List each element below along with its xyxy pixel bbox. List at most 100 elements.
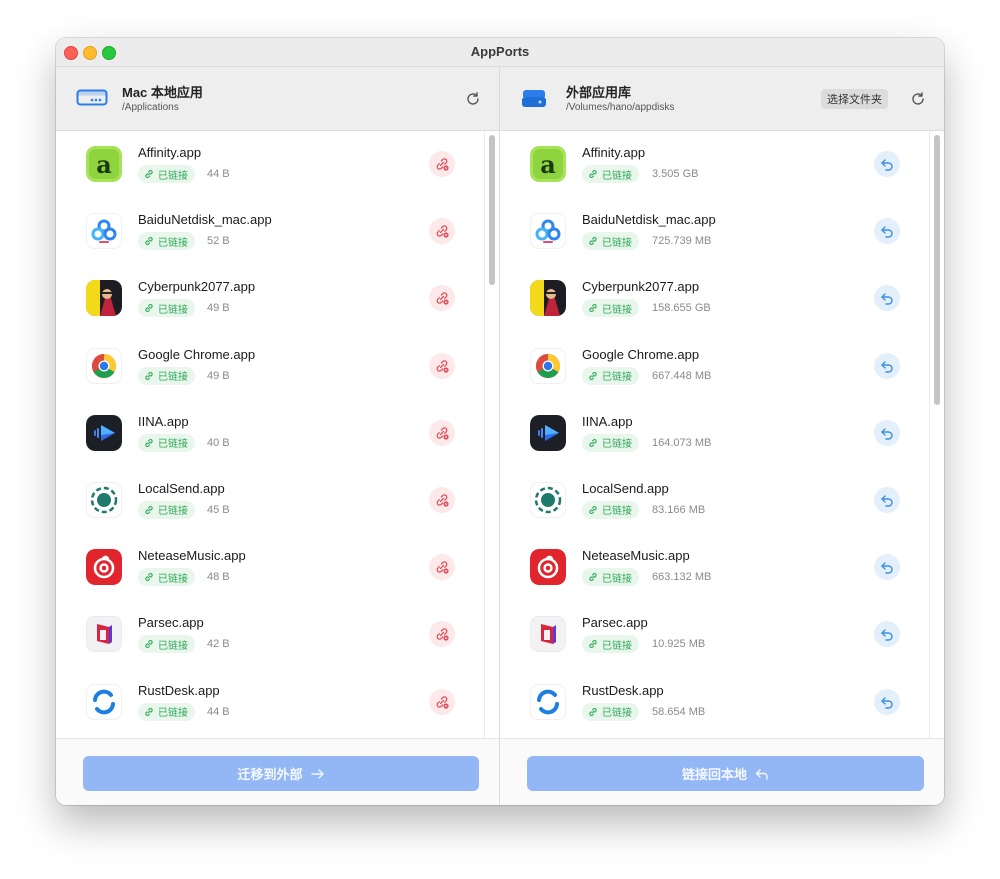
list-item[interactable]: BaiduNetdisk_mac.app 已链接 725.739 MB (500, 198, 930, 265)
migrate-to-external-button[interactable]: 迁移到外部 (83, 756, 479, 791)
linked-badge: 已链接 (138, 165, 195, 183)
app-size: 49 B (207, 302, 230, 315)
link-back-button[interactable] (874, 151, 900, 177)
list-item[interactable]: Google Chrome.app 已链接 49 B (56, 333, 485, 400)
unlink-button[interactable] (429, 285, 455, 312)
link-icon (589, 237, 597, 246)
linked-badge: 已链接 (582, 702, 639, 721)
list-item[interactable]: Cyberpunk2077.app 已链接 158.655 GB (500, 265, 930, 332)
rustdesk-icon (530, 683, 566, 720)
link-back-button[interactable] (874, 352, 900, 379)
cyberpunk-icon (530, 280, 566, 317)
app-size: 49 B (207, 369, 230, 382)
list-item[interactable]: IINA.app 已链接 164.073 MB (500, 400, 930, 467)
list-item[interactable]: RustDesk.app 已链接 58.654 MB (500, 669, 930, 736)
list-item[interactable]: Cyberpunk2077.app 已链接 49 B (56, 265, 485, 332)
linked-badge: 已链接 (582, 165, 639, 183)
link-icon (145, 438, 153, 447)
undo-arrow-icon (881, 696, 893, 709)
unlink-button[interactable] (429, 486, 455, 513)
iina-icon (530, 414, 566, 451)
unlink-button[interactable] (429, 151, 455, 177)
list-item[interactable]: Parsec.app 已链接 10.925 MB (500, 601, 930, 668)
unlink-button[interactable] (429, 554, 455, 581)
linked-badge: 已链接 (582, 433, 639, 452)
link-icon (145, 237, 153, 246)
refresh-icon (467, 92, 479, 105)
app-name: BaiduNetdisk_mac.app (582, 212, 716, 228)
refresh-button[interactable] (910, 91, 926, 107)
list-item[interactable]: NeteaseMusic.app 已链接 663.132 MB (500, 534, 930, 601)
app-size: 44 B (207, 705, 230, 718)
link-back-button[interactable] (874, 285, 900, 312)
link-back-button[interactable] (874, 486, 900, 513)
list-item[interactable]: Google Chrome.app 已链接 667.448 MB (500, 333, 930, 400)
list-item[interactable]: a Affinity.app 已链接 44 B (56, 131, 485, 198)
list-item[interactable]: Parsec.app 已链接 42 B (56, 601, 485, 668)
chrome-icon (530, 347, 566, 384)
app-size: 44 B (207, 168, 230, 180)
unlink-button[interactable] (429, 621, 455, 648)
scrollbar[interactable] (484, 131, 499, 739)
link-icon (589, 371, 597, 380)
undo-arrow-icon (881, 562, 893, 574)
refresh-button[interactable] (465, 91, 481, 107)
link-back-button[interactable] (874, 621, 900, 648)
undo-arrow-icon (881, 428, 893, 440)
linked-badge: 已链接 (582, 299, 639, 318)
unlink-button[interactable] (429, 688, 455, 715)
local-apps-list: a Affinity.app 已链接 44 B BaiduNetdisk_mac… (56, 131, 485, 739)
linked-badge: 已链接 (582, 568, 639, 587)
cyberpunk-icon (86, 280, 122, 317)
undo-arrow-icon (881, 360, 893, 373)
rustdesk-icon (86, 683, 122, 720)
link-back-button[interactable] (874, 688, 900, 715)
link-back-button[interactable] (874, 554, 900, 581)
localsend-icon (530, 481, 566, 518)
list-item[interactable]: a Affinity.app 已链接 3.505 GB (500, 131, 930, 198)
linked-badge: 已链接 (582, 366, 639, 385)
unlink-button[interactable] (429, 352, 455, 379)
scrollbar[interactable] (929, 131, 944, 739)
linked-badge: 已链接 (138, 635, 195, 654)
undo-arrow-icon (881, 495, 893, 507)
linked-badge: 已链接 (582, 232, 639, 251)
list-item[interactable]: NeteaseMusic.app 已链接 48 B (56, 534, 485, 601)
link-back-button[interactable] (874, 218, 900, 245)
unlink-icon (436, 427, 449, 440)
drive-icon (76, 87, 108, 114)
pane-title: Mac 本地应用 (122, 85, 203, 100)
app-size: 83.166 MB (652, 503, 706, 516)
affinity-icon: a (530, 146, 566, 182)
external-drive-icon (520, 87, 548, 116)
choose-folder-button[interactable]: 选择文件夹 (821, 89, 888, 109)
app-size: 52 B (207, 235, 230, 248)
scrollbar-thumb[interactable] (489, 135, 495, 285)
link-icon (145, 170, 153, 178)
list-item[interactable]: LocalSend.app 已链接 83.166 MB (500, 467, 930, 534)
undo-arrow-icon (881, 629, 893, 642)
local-pane-footer: 迁移到外部 (56, 738, 499, 805)
list-item[interactable]: BaiduNetdisk_mac.app 已链接 52 B (56, 198, 485, 265)
external-apps-list: a Affinity.app 已链接 3.505 GB BaiduNetdisk… (500, 131, 930, 739)
app-name: Parsec.app (582, 615, 648, 631)
app-size: 40 B (207, 436, 230, 449)
unlink-button[interactable] (429, 218, 455, 245)
baidunetdisk-icon (530, 213, 566, 250)
unlink-icon (436, 695, 449, 709)
link-back-local-button[interactable]: 链接回本地 (527, 756, 924, 791)
link-icon (589, 505, 597, 514)
app-size: 48 B (207, 571, 230, 584)
external-library-header: 外部应用库 /Volumes/hano/appdisks 选择文件夹 (500, 67, 944, 131)
linked-badge: 已链接 (138, 702, 195, 721)
baidunetdisk-icon (86, 213, 122, 250)
list-item[interactable]: IINA.app 已链接 40 B (56, 400, 485, 467)
scrollbar-thumb[interactable] (934, 135, 940, 405)
localsend-icon (86, 481, 122, 518)
local-apps-pane: Mac 本地应用 /Applications a Affinity.app 已链… (56, 67, 500, 805)
link-back-button[interactable] (874, 419, 900, 446)
list-item[interactable]: LocalSend.app 已链接 45 B (56, 467, 485, 534)
list-item[interactable]: RustDesk.app 已链接 44 B (56, 669, 485, 736)
unlink-button[interactable] (429, 419, 455, 446)
local-apps-header: Mac 本地应用 /Applications (56, 67, 499, 131)
